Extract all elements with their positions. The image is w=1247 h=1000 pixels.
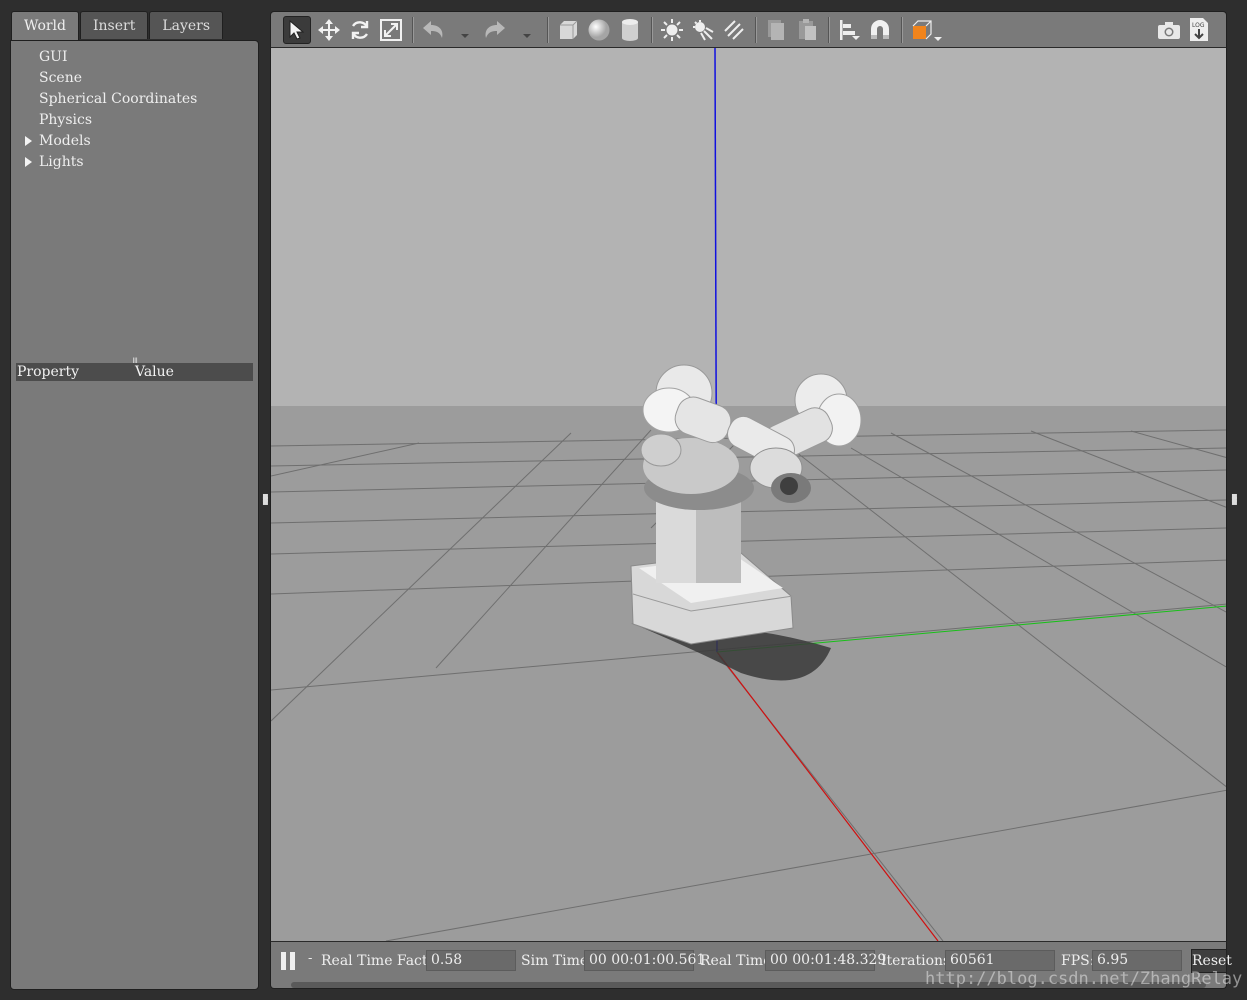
pause-button[interactable]: [281, 952, 297, 970]
world-tree: GUI Scene Spherical Coordinates Physics …: [11, 47, 258, 173]
tree-item-lights[interactable]: Lights: [11, 152, 258, 173]
tree-item-label: Physics: [39, 112, 93, 128]
tree-item-label: Scene: [39, 70, 83, 86]
tree-item-spherical-coordinates[interactable]: Spherical Coordinates: [11, 89, 258, 110]
pause-icon: [290, 952, 295, 970]
point-light-icon[interactable]: [658, 16, 686, 44]
watermark-text: http://blog.csdn.net/ZhangRelay: [925, 969, 1243, 989]
right-splitter-handle[interactable]: ▪ ▪ ▪: [1231, 492, 1238, 508]
real-time-factor-value: 0.58: [426, 950, 516, 971]
property-table-header: Property Value: [16, 363, 253, 381]
screenshot-camera-icon[interactable]: [1155, 16, 1183, 44]
align-dropdown[interactable]: [852, 36, 860, 40]
sim-time-label: Sim Time:: [521, 953, 593, 969]
undo-icon[interactable]: [419, 16, 447, 44]
left-splitter-handle[interactable]: ▪ ▪ ▪: [262, 492, 269, 508]
directional-light-icon[interactable]: [720, 16, 748, 44]
main-toolbar: LOG: [270, 11, 1227, 48]
tree-item-models[interactable]: Models: [11, 131, 258, 152]
iterations-value: 60561: [945, 950, 1055, 971]
view-angle-dropdown[interactable]: [934, 37, 942, 41]
tree-item-scene[interactable]: Scene: [11, 68, 258, 89]
world-panel: GUI Scene Spherical Coordinates Physics …: [10, 40, 259, 990]
tab-insert[interactable]: Insert: [80, 11, 149, 39]
translate-icon[interactable]: [315, 16, 343, 44]
magnet-snap-icon[interactable]: [866, 16, 894, 44]
box-icon[interactable]: [554, 16, 582, 44]
tab-layers[interactable]: Layers: [149, 11, 224, 39]
tree-item-physics[interactable]: Physics: [11, 110, 258, 131]
fps-value: 6.95: [1092, 950, 1182, 971]
redo-icon[interactable]: [481, 16, 509, 44]
view-angle-icon[interactable]: [908, 16, 936, 44]
rotate-icon[interactable]: [346, 16, 374, 44]
sphere-icon[interactable]: [585, 16, 613, 44]
scale-icon[interactable]: [377, 16, 405, 44]
sim-time-value: 00 00:01:00.561: [584, 950, 705, 971]
log-icon[interactable]: LOG: [1185, 16, 1213, 44]
tree-item-label: Lights: [39, 154, 84, 170]
tab-world[interactable]: World: [11, 11, 79, 41]
svg-text:LOG: LOG: [1192, 22, 1205, 29]
scene-viewport[interactable]: [270, 48, 1227, 941]
scene-render: [271, 48, 1226, 941]
undo-history-dropdown[interactable]: [461, 34, 469, 38]
cylinder-icon[interactable]: [616, 16, 644, 44]
expand-arrow-icon[interactable]: [25, 136, 32, 146]
fps-label: FPS:: [1061, 953, 1095, 969]
step-button[interactable]: -: [308, 951, 312, 966]
tree-item-label: Spherical Coordinates: [39, 91, 198, 107]
paste-icon[interactable]: [793, 16, 821, 44]
select-arrow-icon[interactable]: [283, 16, 311, 44]
pause-icon: [281, 952, 286, 970]
value-column-header[interactable]: Value: [135, 363, 174, 381]
spot-light-icon[interactable]: [689, 16, 717, 44]
tree-item-label: Models: [39, 133, 91, 149]
tree-item-label: GUI: [39, 49, 68, 65]
property-column-header[interactable]: Property: [17, 363, 79, 381]
real-time-value: 00 00:01:48.329: [765, 950, 886, 971]
copy-icon[interactable]: [762, 16, 790, 44]
redo-history-dropdown[interactable]: [523, 34, 531, 38]
iterations-label: Iterations:: [881, 953, 955, 969]
left-panel-tabs: World Insert Layers: [11, 11, 224, 41]
tree-item-gui[interactable]: GUI: [11, 47, 258, 68]
expand-arrow-icon[interactable]: [25, 157, 32, 167]
